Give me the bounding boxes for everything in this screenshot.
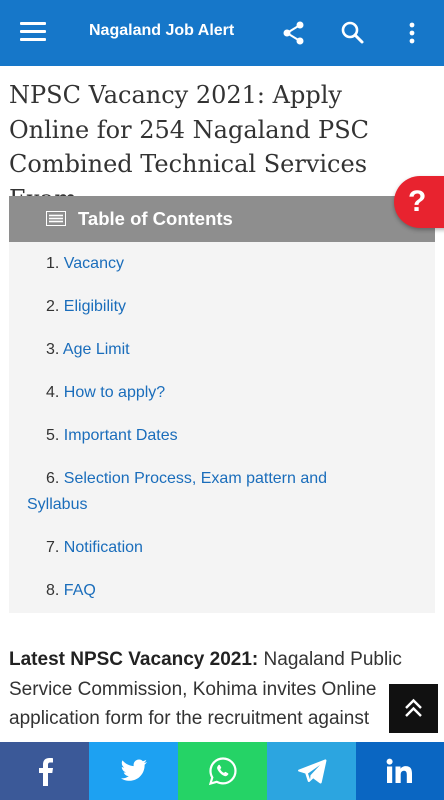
scroll-to-top-button[interactable] — [389, 684, 438, 733]
toc-link-vacancy[interactable]: Vacancy — [64, 255, 124, 272]
menu-icon[interactable] — [20, 22, 46, 44]
app-bar: Nagaland Job Alert — [0, 0, 444, 66]
toc-link-how-to-apply[interactable]: How to apply? — [64, 384, 165, 401]
telegram-icon — [297, 759, 326, 784]
double-chevron-up-icon — [405, 698, 422, 717]
whatsapp-icon — [208, 757, 237, 786]
help-button[interactable]: ? — [394, 176, 444, 228]
toc-link-faq[interactable]: FAQ — [64, 582, 96, 599]
toc-item: 1. Vacancy — [9, 251, 435, 277]
facebook-icon — [38, 758, 53, 786]
toc-item-number: 4. — [46, 384, 60, 401]
toc-item: 2. Eligibility — [9, 294, 435, 320]
twitter-share-button[interactable] — [89, 742, 178, 800]
toc-item-number: 8. — [46, 582, 60, 599]
linkedin-share-button[interactable] — [356, 742, 444, 800]
toc-item-number: 2. — [46, 298, 60, 315]
facebook-share-button[interactable] — [0, 742, 89, 800]
toc-link-selection-process[interactable]: Selection Process, Exam pattern and Syll… — [27, 470, 327, 513]
toc-item: 6. Selection Process, Exam pattern and S… — [9, 466, 435, 518]
toc-item: 7. Notification — [9, 535, 435, 561]
toc-item-number: 1. — [46, 255, 60, 272]
toc-item: 3. Age Limit — [9, 337, 435, 363]
whatsapp-share-button[interactable] — [178, 742, 267, 800]
toc-item-number: 5. — [46, 427, 60, 444]
more-vert-icon[interactable] — [398, 19, 426, 47]
search-icon[interactable] — [339, 19, 367, 47]
toc-heading: Table of Contents — [78, 208, 233, 229]
share-bar — [0, 742, 444, 800]
linkedin-icon — [386, 758, 412, 783]
toc-link-age-limit[interactable]: Age Limit — [63, 341, 130, 358]
toc-header[interactable]: Table of Contents — [9, 196, 435, 242]
article-paragraph: Latest NPSC Vacancy 2021: Nagaland Publi… — [9, 645, 439, 734]
share-icon[interactable] — [280, 19, 308, 47]
lead-bold-text: Latest NPSC Vacancy 2021: — [9, 649, 259, 670]
table-of-contents: Table of Contents 1. Vacancy 2. Eligibil… — [9, 196, 435, 613]
toc-item: 4. How to apply? — [9, 380, 435, 406]
toc-item-number: 6. — [46, 470, 60, 487]
twitter-icon — [120, 759, 147, 781]
toc-item-number: 3. — [46, 341, 60, 358]
toc-link-eligibility[interactable]: Eligibility — [64, 298, 126, 315]
toc-item-number: 7. — [46, 539, 60, 556]
toc-item: 8. FAQ — [9, 578, 435, 604]
telegram-share-button[interactable] — [267, 742, 356, 800]
toc-link-important-dates[interactable]: Important Dates — [64, 427, 178, 444]
toc-link-notification[interactable]: Notification — [64, 539, 143, 556]
list-icon — [45, 210, 67, 227]
toc-item: 5. Important Dates — [9, 423, 435, 449]
app-title: Nagaland Job Alert — [89, 22, 235, 39]
